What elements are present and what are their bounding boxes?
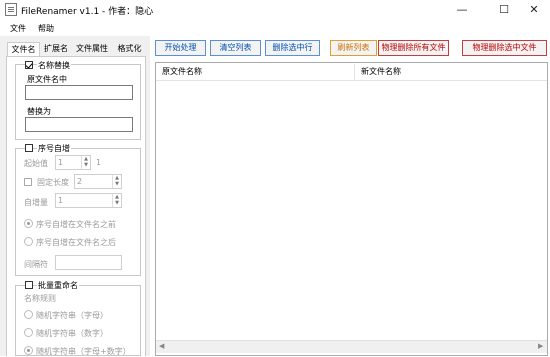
tab-filename[interactable]: 文件名	[7, 42, 40, 56]
spinner-arrows-icon[interactable]: ▲ ▼	[112, 194, 121, 207]
physical-delete-selected-button[interactable]: 物理删除选中文件	[462, 40, 547, 56]
original-name-input[interactable]	[25, 85, 133, 100]
column-header-original[interactable]: 原文件名称	[162, 64, 202, 80]
fixed-length-value: 2	[77, 177, 83, 186]
app-icon	[5, 3, 17, 16]
maximize-button[interactable]: ☐	[490, 0, 518, 20]
random-mixed-label: 随机字符串（字母+数字）	[36, 347, 131, 356]
radio-random-letters[interactable]	[24, 310, 33, 319]
replace-with-label: 替换为	[27, 107, 51, 116]
close-button[interactable]: ✕	[520, 0, 548, 20]
tab-format[interactable]: 格式化	[113, 42, 146, 56]
menu-file[interactable]: 文件	[10, 23, 26, 34]
header-divider	[156, 80, 547, 81]
sequence-label: 序号自增	[37, 143, 71, 154]
file-list-table[interactable]	[155, 62, 548, 356]
original-name-label: 原文件名中	[27, 75, 67, 84]
spinner-arrows-icon[interactable]: ▲ ▼	[112, 175, 121, 188]
menu-bar	[0, 20, 550, 36]
fixed-length-checkbox[interactable]	[24, 178, 32, 186]
sequence-checkbox[interactable]	[25, 144, 33, 152]
tab-extension[interactable]: 扩展名	[41, 42, 71, 56]
fixed-length-label: 固定长度	[37, 178, 69, 187]
separator-label: 间隔符	[24, 260, 48, 269]
radio-seq-after[interactable]	[24, 237, 33, 246]
increment-label: 自增量	[24, 198, 48, 207]
start-value-label: 起始值	[24, 159, 48, 168]
name-replace-label: 名称替换	[37, 60, 71, 71]
physical-delete-all-button[interactable]: 物理删除所有文件	[378, 40, 449, 56]
random-letters-label: 随机字符串（字母）	[36, 311, 108, 320]
delete-selected-rows-button[interactable]: 删除选中行	[265, 40, 320, 56]
clear-list-button[interactable]: 清空列表	[210, 40, 261, 56]
fixed-length-spinner[interactable]: 2 ▲ ▼	[74, 174, 122, 189]
batch-rename-checkbox[interactable]	[25, 281, 33, 289]
seq-before-label: 序号自增在文件名之前	[36, 220, 116, 229]
start-value-spinner[interactable]: 1 ▲ ▼	[55, 155, 91, 170]
name-rule-label: 名称规则	[24, 294, 56, 303]
random-digits-label: 随机字符串（数字）	[36, 329, 108, 338]
scroll-right-icon[interactable]: ▶	[538, 342, 543, 350]
increment-value: 1	[58, 196, 64, 205]
name-replace-checkbox[interactable]	[25, 61, 33, 69]
minimize-button[interactable]: —	[448, 0, 476, 20]
menu-help[interactable]: 帮助	[38, 23, 54, 34]
radio-random-digits[interactable]	[24, 328, 33, 337]
radio-random-mixed[interactable]	[24, 346, 33, 355]
radio-seq-before[interactable]	[24, 219, 33, 228]
column-separator[interactable]	[354, 64, 355, 80]
horizontal-scrollbar[interactable]	[156, 340, 547, 353]
refresh-list-button[interactable]: 刷新列表	[330, 40, 377, 56]
replace-with-input[interactable]	[25, 117, 133, 132]
batch-rename-label: 批量重命名	[37, 280, 79, 291]
start-process-button[interactable]: 开始处理	[155, 40, 206, 56]
column-header-new[interactable]: 新文件名称	[361, 64, 401, 80]
start-value: 1	[58, 158, 64, 167]
separator-input[interactable]	[55, 255, 122, 270]
increment-spinner[interactable]: 1 ▲ ▼	[55, 193, 122, 208]
tab-file-attributes[interactable]: 文件属性	[73, 42, 111, 56]
scroll-left-icon[interactable]: ◀	[159, 342, 164, 350]
spinner-arrows-icon[interactable]: ▲ ▼	[81, 156, 90, 169]
window-title: FileRenamer v1.1 - 作者：隐心	[21, 7, 154, 17]
seq-after-label: 序号自增在文件名之后	[36, 238, 116, 247]
start-value-suffix: 1	[96, 158, 102, 167]
